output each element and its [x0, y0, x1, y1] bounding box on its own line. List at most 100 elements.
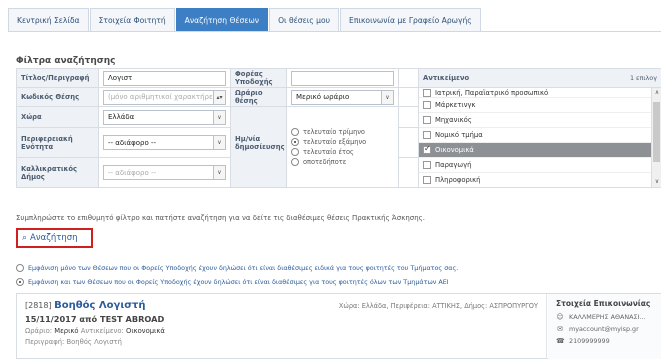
result-title[interactable]: Βοηθός Λογιστή: [54, 300, 145, 311]
tab-contact-helpdesk[interactable]: Επικοινωνία με Γραφείο Αρωγής: [340, 8, 481, 31]
list-item-label: Μάρκετινγκ: [435, 101, 476, 109]
search-icon: ⌕: [22, 233, 28, 243]
list-item-label: Οικονομικά: [435, 146, 474, 154]
mail-icon: ✉: [557, 325, 563, 333]
date-option[interactable]: τελευταίο έτος: [291, 148, 394, 156]
checkbox[interactable]: [423, 176, 431, 184]
radio[interactable]: [291, 148, 299, 156]
country-label: Χώρα: [16, 106, 99, 128]
region-select[interactable]: -- αδιάφορο -- ∨: [103, 135, 226, 150]
contact-phone: ☎ 2109999999: [556, 337, 654, 345]
date-option[interactable]: τελευταίο τρίμηνο: [291, 128, 394, 136]
visibility-option[interactable]: Εμφάνιση και των Θέσεων που οι Φορείς Υπ…: [16, 278, 449, 286]
hours-meta-label: Ωράριο:: [25, 327, 53, 335]
municipality-select[interactable]: -- αδιάφορο -- ∨: [103, 165, 226, 180]
radio[interactable]: [16, 264, 24, 272]
country-value: Ελλάδα: [108, 113, 135, 121]
tab-my-positions[interactable]: Οι θέσεις μου: [269, 8, 340, 31]
filters-table: Τίτλος/Περιγραφή Λογιστ Φορέας Υποδοχής …: [16, 68, 661, 188]
contact-name: ☺ ΚΑΛΛΜΕΡΗΣ ΑΘΑΝΑΣΙ...: [556, 313, 654, 321]
hours-value: Μερικό ωράριο: [296, 93, 350, 101]
chevron-down-icon: ∨: [381, 90, 393, 104]
hours-select[interactable]: Μερικό ωράριο ∨: [291, 89, 394, 105]
list-item[interactable]: Νομικό τμήμα: [419, 128, 661, 143]
municipality-label: Καλλικρατικός Δήμος: [16, 157, 99, 188]
chevron-down-icon: ∨: [213, 136, 225, 149]
object-meta-label: Αντικείμενο:: [80, 327, 124, 335]
checkbox[interactable]: [423, 161, 431, 169]
object-meta-value: Οικονομικά: [125, 327, 165, 335]
contact-title: Στοιχεία Επικοινωνίας: [556, 299, 651, 308]
result-hours-object: Ωράριο: Μερικό Αντικείμενο: Οικονομικά: [25, 327, 538, 335]
tab-bar: Κεντρική Σελίδα Στοιχεία Φοιτητή Αναζήτη…: [8, 8, 661, 32]
provider-input[interactable]: [291, 70, 394, 86]
radio[interactable]: [16, 278, 24, 286]
chevron-up-icon[interactable]: ∧: [652, 88, 661, 98]
visibility-option-label: Εμφάνιση μόνο των Θέσεων που οι Φορείς Υ…: [28, 264, 459, 272]
checkbox[interactable]: [423, 144, 431, 154]
result-description: Περιγραφή: Βοηθός Λογιστή: [25, 338, 538, 346]
checkbox[interactable]: [423, 116, 431, 124]
tab-home[interactable]: Κεντρική Σελίδα: [8, 8, 89, 31]
date-option[interactable]: οποτεδήποτε: [291, 158, 394, 166]
checkbox[interactable]: [423, 88, 431, 97]
tab-student-details[interactable]: Στοιχεία Φοιτητή: [89, 8, 175, 31]
radio[interactable]: [291, 158, 299, 166]
chevron-down-icon: ∨: [213, 166, 225, 179]
code-label: Κωδικός Θέσης: [16, 87, 99, 107]
list-item-label: Πληροφορική: [435, 176, 481, 184]
date-option-label: τελευταίο τρίμηνο: [303, 128, 365, 136]
list-item-label: Ιατρική, Παραϊατρικό προσωπικό: [435, 88, 549, 97]
search-button-label: Αναζήτηση: [30, 233, 78, 243]
chevron-down-icon: ∨: [213, 110, 225, 124]
result-card: [2818] Βοηθός Λογιστή Χώρα: Ελλάδα, Περι…: [16, 293, 661, 359]
description-meta-value: Βοηθός Λογιστή: [66, 338, 122, 346]
date-label: Ημ/νία δημοσίευσης: [230, 127, 287, 158]
result-location: Χώρα: Ελλάδα, Περιφέρεια: ΑΤΤΙΚΗΣ, Δήμος…: [338, 302, 538, 310]
result-date-company: 15/11/2017 από TEST ABROAD: [25, 314, 165, 324]
hours-label: Ωράριο θέσης: [230, 87, 287, 107]
description-meta-label: Περιγραφή:: [25, 338, 65, 346]
contact-name-value: ΚΑΛΛΜΕΡΗΣ ΑΘΑΝΑΣΙ...: [569, 313, 646, 321]
radio[interactable]: [291, 138, 299, 146]
list-item[interactable]: Ιατρική, Παραϊατρικό προσωπικό: [419, 88, 661, 98]
objects-label: Αντικείμενο: [423, 74, 470, 82]
list-item-label: Νομικό τμήμα: [435, 131, 483, 139]
search-button[interactable]: ⌕ Αναζήτηση: [16, 228, 93, 248]
chevron-down-icon[interactable]: ∨: [652, 177, 661, 187]
title-input[interactable]: Λογιστ: [103, 70, 226, 86]
region-value: -- αδιάφορο --: [108, 138, 157, 147]
region-label: Περιφερειακή Ενότητα: [16, 127, 99, 158]
hours-meta-value: Μερικό: [54, 327, 79, 335]
stepper-icon[interactable]: ▴▾: [213, 90, 225, 104]
tab-search-positions[interactable]: Αναζήτηση Θέσεων: [175, 8, 269, 31]
user-icon: ☺: [556, 313, 564, 321]
result-id: [2818]: [25, 301, 52, 310]
list-item[interactable]: Παραγωγή: [419, 158, 661, 173]
date-option[interactable]: τελευταίο εξάμηνο: [291, 138, 394, 146]
scroll-thumb[interactable]: [653, 102, 660, 162]
objects-scrollbar[interactable]: ∧ ∨: [651, 88, 661, 187]
contact-phone-value: 2109999999: [569, 337, 610, 345]
filters-title: Φίλτρα αναζήτησης: [16, 56, 116, 66]
code-input[interactable]: (μόνο αριθμητικοί χαρακτήρες) ▴▾: [103, 89, 226, 105]
contact-email: ✉ myaccount@myisp.gr: [556, 325, 654, 333]
radio[interactable]: [291, 128, 299, 136]
checkbox[interactable]: [423, 101, 431, 109]
visibility-option-label: Εμφάνιση και των Θέσεων που οι Φορείς Υπ…: [28, 278, 449, 286]
title-label: Τίτλος/Περιγραφή: [16, 68, 99, 88]
list-item[interactable]: Πληροφορική: [419, 173, 661, 187]
date-option-label: τελευταίο έτος: [303, 148, 354, 156]
list-item-label: Παραγωγή: [435, 161, 472, 169]
contact-email-value: myaccount@myisp.gr: [569, 325, 639, 333]
date-option-label: τελευταίο εξάμηνο: [303, 138, 367, 146]
code-placeholder: (μόνο αριθμητικοί χαρακτήρες): [108, 93, 220, 101]
list-item[interactable]: Μάρκετινγκ: [419, 98, 661, 113]
list-item[interactable]: Μηχανικός: [419, 113, 661, 128]
country-select[interactable]: Ελλάδα ∨: [103, 109, 226, 125]
visibility-option[interactable]: Εμφάνιση μόνο των Θέσεων που οι Φορείς Υ…: [16, 264, 458, 272]
provider-label: Φορέας Υποδοχής: [230, 68, 287, 88]
list-item[interactable]: Οικονομικά: [419, 143, 661, 158]
objects-list[interactable]: Ιατρική, Παραϊατρικό προσωπικό Μάρκετινγ…: [419, 88, 661, 187]
checkbox[interactable]: [423, 131, 431, 139]
